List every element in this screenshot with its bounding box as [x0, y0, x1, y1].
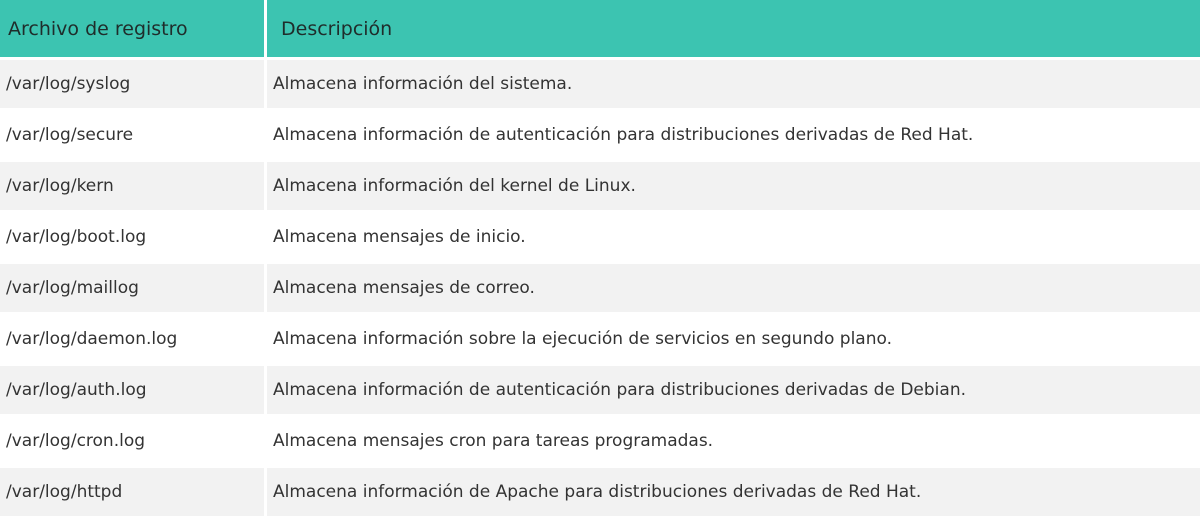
table-row: /var/log/httpd Almacena información de A…	[0, 465, 1200, 516]
log-file-path: /var/log/auth.log	[0, 363, 264, 414]
log-file-description: Almacena información del sistema.	[264, 57, 1200, 108]
log-file-description: Almacena información sobre la ejecución …	[264, 312, 1200, 363]
table-row: /var/log/maillog Almacena mensajes de co…	[0, 261, 1200, 312]
log-file-description: Almacena mensajes de inicio.	[264, 210, 1200, 261]
log-file-path: /var/log/kern	[0, 159, 264, 210]
log-file-description: Almacena información de autenticación pa…	[264, 363, 1200, 414]
table-row: /var/log/syslog Almacena información del…	[0, 57, 1200, 108]
table-row: /var/log/kern Almacena información del k…	[0, 159, 1200, 210]
log-file-description: Almacena mensajes de correo.	[264, 261, 1200, 312]
log-file-description: Almacena mensajes cron para tareas progr…	[264, 414, 1200, 465]
table-row: /var/log/auth.log Almacena información d…	[0, 363, 1200, 414]
log-file-description: Almacena información del kernel de Linux…	[264, 159, 1200, 210]
log-file-path: /var/log/cron.log	[0, 414, 264, 465]
table-row: /var/log/cron.log Almacena mensajes cron…	[0, 414, 1200, 465]
log-file-path: /var/log/boot.log	[0, 210, 264, 261]
table-row: /var/log/secure Almacena información de …	[0, 108, 1200, 159]
log-files-table: Archivo de registro Descripción /var/log…	[0, 0, 1200, 516]
table-header-row: Archivo de registro Descripción	[0, 0, 1200, 57]
log-file-path: /var/log/httpd	[0, 465, 264, 516]
file-column-header: Archivo de registro	[0, 0, 264, 57]
table-row: /var/log/daemon.log Almacena información…	[0, 312, 1200, 363]
log-file-path: /var/log/syslog	[0, 57, 264, 108]
log-file-path: /var/log/daemon.log	[0, 312, 264, 363]
log-file-description: Almacena información de Apache para dist…	[264, 465, 1200, 516]
description-column-header: Descripción	[264, 0, 1200, 57]
log-file-path: /var/log/maillog	[0, 261, 264, 312]
log-file-path: /var/log/secure	[0, 108, 264, 159]
table-row: /var/log/boot.log Almacena mensajes de i…	[0, 210, 1200, 261]
log-file-description: Almacena información de autenticación pa…	[264, 108, 1200, 159]
